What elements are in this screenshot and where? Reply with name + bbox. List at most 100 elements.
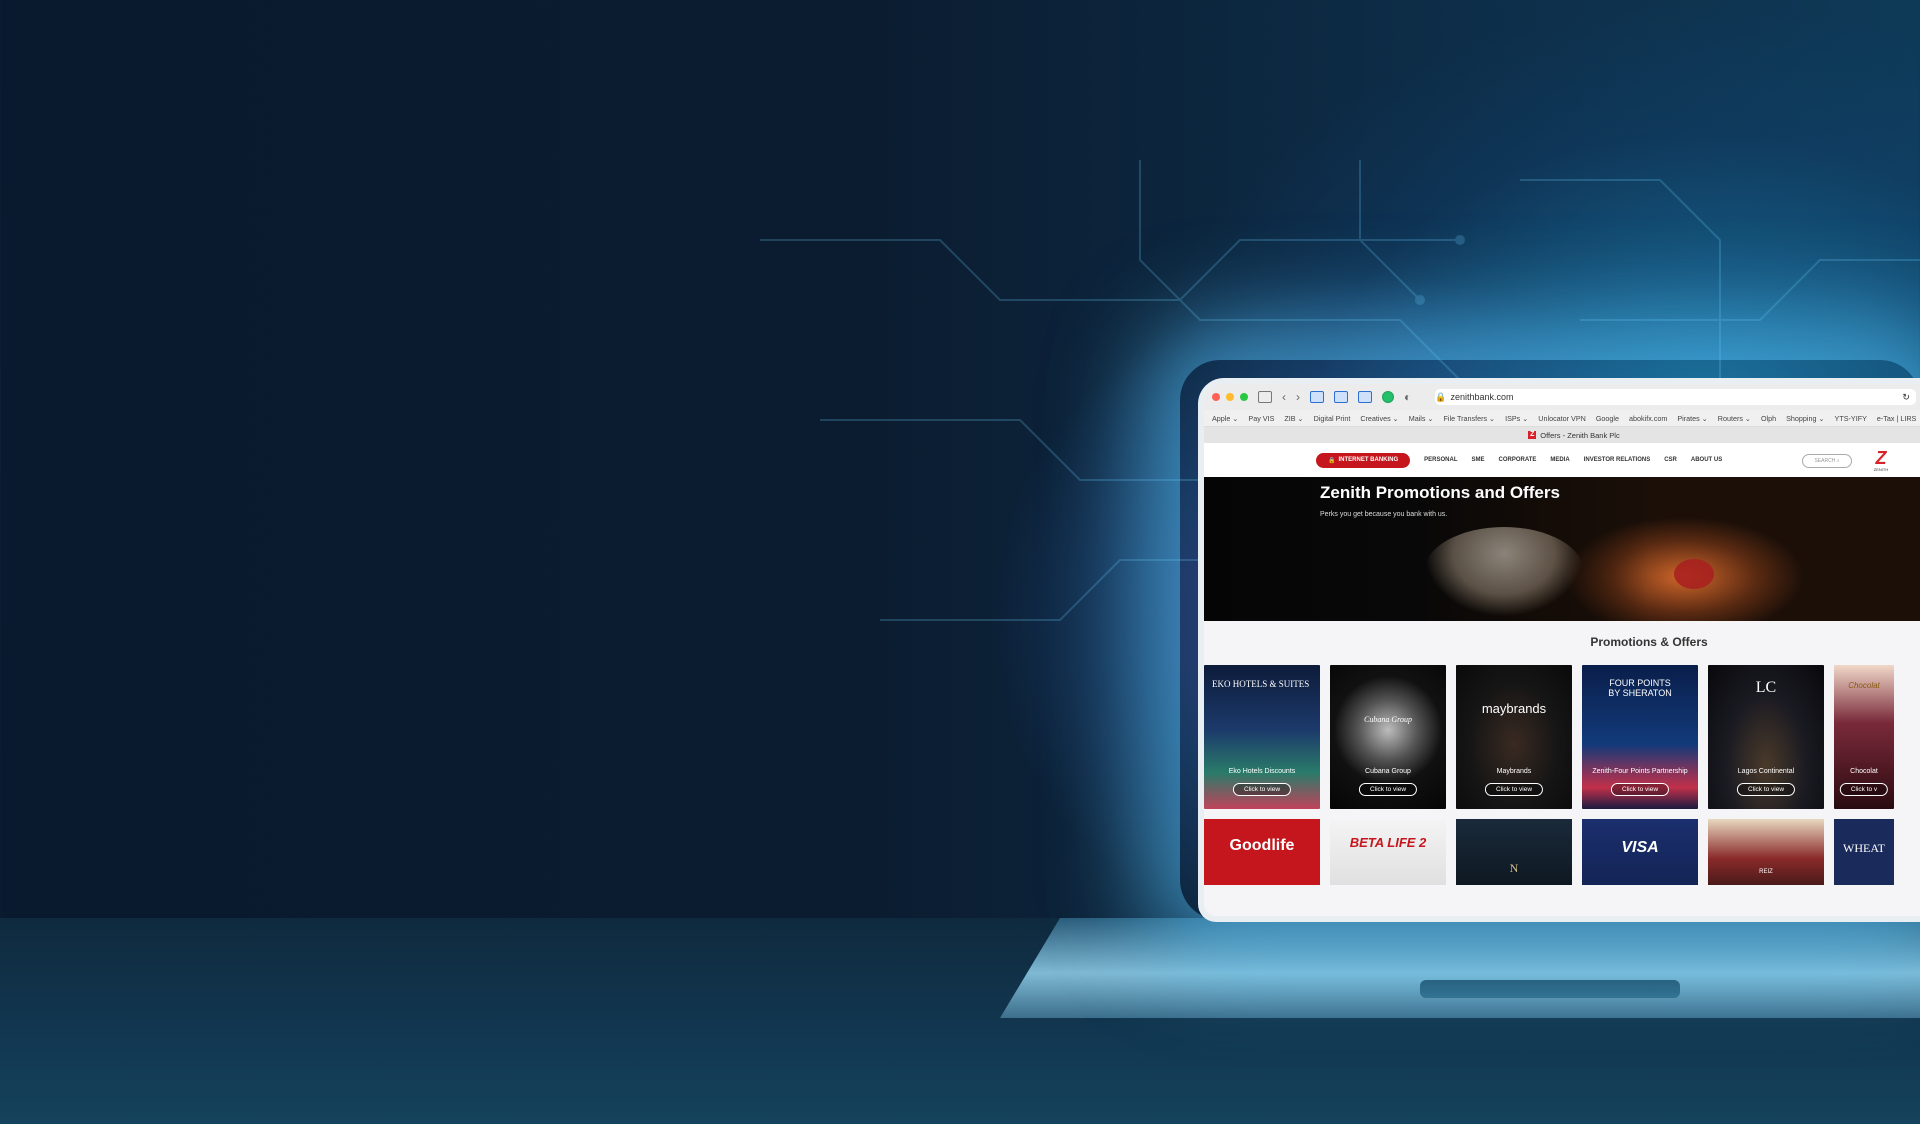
- zenith-logo[interactable]: Z ZENITH: [1870, 449, 1892, 473]
- hero-title: Zenith Promotions and Offers: [1320, 483, 1560, 502]
- screenshot-extension-icon[interactable]: [1334, 391, 1348, 403]
- card-logo: Goodlife: [1229, 837, 1295, 854]
- section-title: Promotions & Offers: [1590, 635, 1708, 649]
- offer-card[interactable]: WHEAT: [1834, 819, 1894, 885]
- card-logo: maybrands: [1481, 701, 1547, 716]
- favicon-icon: Z: [1528, 431, 1537, 439]
- bookmark-item[interactable]: ISPs ⌄: [1505, 414, 1528, 423]
- offer-card[interactable]: Cubana Group Cubana Group Click to view: [1330, 665, 1446, 809]
- sidebar-icon[interactable]: [1258, 391, 1272, 403]
- address-bar[interactable]: 🔒 zenithbank.com ↻: [1435, 389, 1916, 405]
- card-logo: EKO HOTELS & SUITES: [1212, 679, 1310, 689]
- bookmark-item[interactable]: Olph: [1761, 414, 1776, 423]
- nav-media[interactable]: MEDIA: [1550, 457, 1569, 463]
- logo-text: ZENITH: [1873, 467, 1889, 472]
- site-navigation: 🔒 INTERNET BANKING PERSONAL SME CORPORAT…: [1204, 443, 1920, 477]
- card-label: Chocolat: [1850, 768, 1878, 775]
- offer-card[interactable]: N: [1456, 819, 1572, 885]
- hero-image-chef: [1424, 527, 1584, 617]
- search-placeholder: SEARCH: [1814, 458, 1836, 464]
- offers-grid-row-1: EKO HOTELS & SUITES Eko Hotels Discounts…: [1204, 665, 1920, 809]
- hero-banner: Zenith Promotions and Offers Perks you g…: [1204, 477, 1920, 621]
- click-to-view-button[interactable]: Click to view: [1610, 783, 1670, 796]
- laptop-base: [1000, 918, 1920, 1018]
- bookmark-item[interactable]: Routers ⌄: [1718, 414, 1751, 423]
- bookmark-item[interactable]: Shopping ⌄: [1786, 414, 1824, 423]
- logo-letter: Z: [1875, 448, 1887, 468]
- card-logo: REIZ: [1759, 869, 1773, 875]
- forward-icon[interactable]: ›: [1296, 391, 1300, 403]
- back-icon[interactable]: ‹: [1282, 391, 1286, 403]
- browser-toolbar: ‹ › ◐ 🔒 zenithbank.com ↻ ⊕: [1204, 384, 1920, 410]
- nav-sme[interactable]: SME: [1472, 457, 1485, 463]
- click-to-view-button[interactable]: Click to view: [1736, 783, 1796, 796]
- offer-card[interactable]: maybrands Maybrands Click to view: [1456, 665, 1572, 809]
- reload-icon[interactable]: ↻: [1902, 392, 1910, 403]
- card-logo: LC: [1755, 679, 1777, 696]
- nav-investor-relations[interactable]: INVESTOR RELATIONS: [1584, 457, 1650, 463]
- card-label: Zenith-Four Points Partnership: [1592, 768, 1688, 775]
- offer-card[interactable]: REIZ: [1708, 819, 1824, 885]
- bookmark-item[interactable]: Pirates ⌄: [1677, 414, 1707, 423]
- shield-icon[interactable]: ◐: [1404, 391, 1411, 403]
- card-label: Lagos Continental: [1737, 768, 1795, 775]
- offers-section: Promotions & Offers EKO HOTELS & SUITES …: [1204, 621, 1920, 885]
- card-logo: VISA: [1621, 839, 1659, 856]
- bookmark-item[interactable]: Creatives ⌄: [1360, 414, 1398, 423]
- offer-card[interactable]: EKO HOTELS & SUITES Eko Hotels Discounts…: [1204, 665, 1320, 809]
- internet-banking-label: INTERNET BANKING: [1338, 457, 1399, 463]
- card-logo: WHEAT: [1843, 841, 1885, 855]
- bookmark-item[interactable]: ZIB ⌄: [1284, 414, 1303, 423]
- bookmark-item[interactable]: Apple ⌄: [1212, 414, 1238, 423]
- card-logo: N: [1509, 861, 1519, 875]
- bookmark-item[interactable]: Unlocator VPN: [1538, 414, 1586, 423]
- lock-icon: 🔒: [1435, 391, 1447, 402]
- laptop-screen: ‹ › ◐ 🔒 zenithbank.com ↻ ⊕ Apple ⌄ Pay VI…: [1198, 378, 1920, 922]
- click-to-view-button[interactable]: Click to view: [1358, 783, 1418, 796]
- bookmark-item[interactable]: e-Tax | LIRS: [1877, 414, 1916, 423]
- click-to-view-button[interactable]: Click to view: [1484, 783, 1544, 796]
- grammarly-icon[interactable]: [1382, 391, 1394, 403]
- bookmark-item[interactable]: Digital Print: [1314, 414, 1351, 423]
- bookmark-item[interactable]: YTS-YIFY: [1835, 414, 1867, 423]
- grid-extension-icon[interactable]: [1358, 391, 1372, 403]
- card-logo: Cubana Group: [1364, 715, 1412, 724]
- nav-csr[interactable]: CSR: [1664, 457, 1677, 463]
- nav-personal[interactable]: PERSONAL: [1424, 457, 1457, 463]
- tab-bar: Z Offers - Zenith Bank Plc: [1204, 427, 1920, 443]
- nav-about-us[interactable]: ABOUT US: [1691, 457, 1722, 463]
- hero-image-table: [1674, 559, 1714, 589]
- card-logo: BETA LIFE 2: [1349, 835, 1427, 850]
- click-to-view-button[interactable]: Click to v: [1839, 783, 1889, 796]
- card-label: Cubana Group: [1365, 768, 1411, 775]
- search-input[interactable]: SEARCH ⌕: [1802, 454, 1852, 468]
- card-label: Maybrands: [1496, 768, 1532, 775]
- offer-card[interactable]: BETA LIFE 2: [1330, 819, 1446, 885]
- offer-card[interactable]: Goodlife: [1204, 819, 1320, 885]
- offer-card[interactable]: VISA: [1582, 819, 1698, 885]
- close-window-icon[interactable]: [1212, 393, 1220, 401]
- offer-card[interactable]: FOUR POINTS BY SHERATON Zenith-Four Poin…: [1582, 665, 1698, 809]
- card-logo: Chocolat: [1848, 681, 1880, 690]
- lock-icon: 🔒: [1328, 457, 1336, 464]
- search-icon: ⌕: [1835, 458, 1840, 464]
- bookmark-item[interactable]: Mails ⌄: [1409, 414, 1434, 423]
- tab-title[interactable]: Offers - Zenith Bank Plc: [1540, 431, 1619, 440]
- hero-subtitle: Perks you get because you bank with us.: [1320, 511, 1448, 518]
- nav-corporate[interactable]: CORPORATE: [1499, 457, 1537, 463]
- url-text: zenithbank.com: [1450, 392, 1514, 402]
- bookmark-item[interactable]: Pay VIS: [1248, 414, 1274, 423]
- zoom-window-icon[interactable]: [1240, 393, 1248, 401]
- extension-icon[interactable]: [1310, 391, 1324, 403]
- minimize-window-icon[interactable]: [1226, 393, 1234, 401]
- internet-banking-button[interactable]: 🔒 INTERNET BANKING: [1316, 452, 1411, 468]
- card-label: Eko Hotels Discounts: [1228, 768, 1296, 775]
- bookmark-item[interactable]: File Transfers ⌄: [1444, 414, 1496, 423]
- bookmark-item[interactable]: abokifx.com: [1629, 414, 1667, 423]
- click-to-view-button[interactable]: Click to view: [1232, 783, 1292, 796]
- offer-card[interactable]: LC Lagos Continental Click to view: [1708, 665, 1824, 809]
- window-controls: [1212, 393, 1248, 401]
- bookmark-item[interactable]: Google: [1596, 414, 1619, 423]
- offer-card[interactable]: Chocolat Chocolat Click to v: [1834, 665, 1894, 809]
- card-logo: FOUR POINTS BY SHERATON: [1608, 678, 1672, 698]
